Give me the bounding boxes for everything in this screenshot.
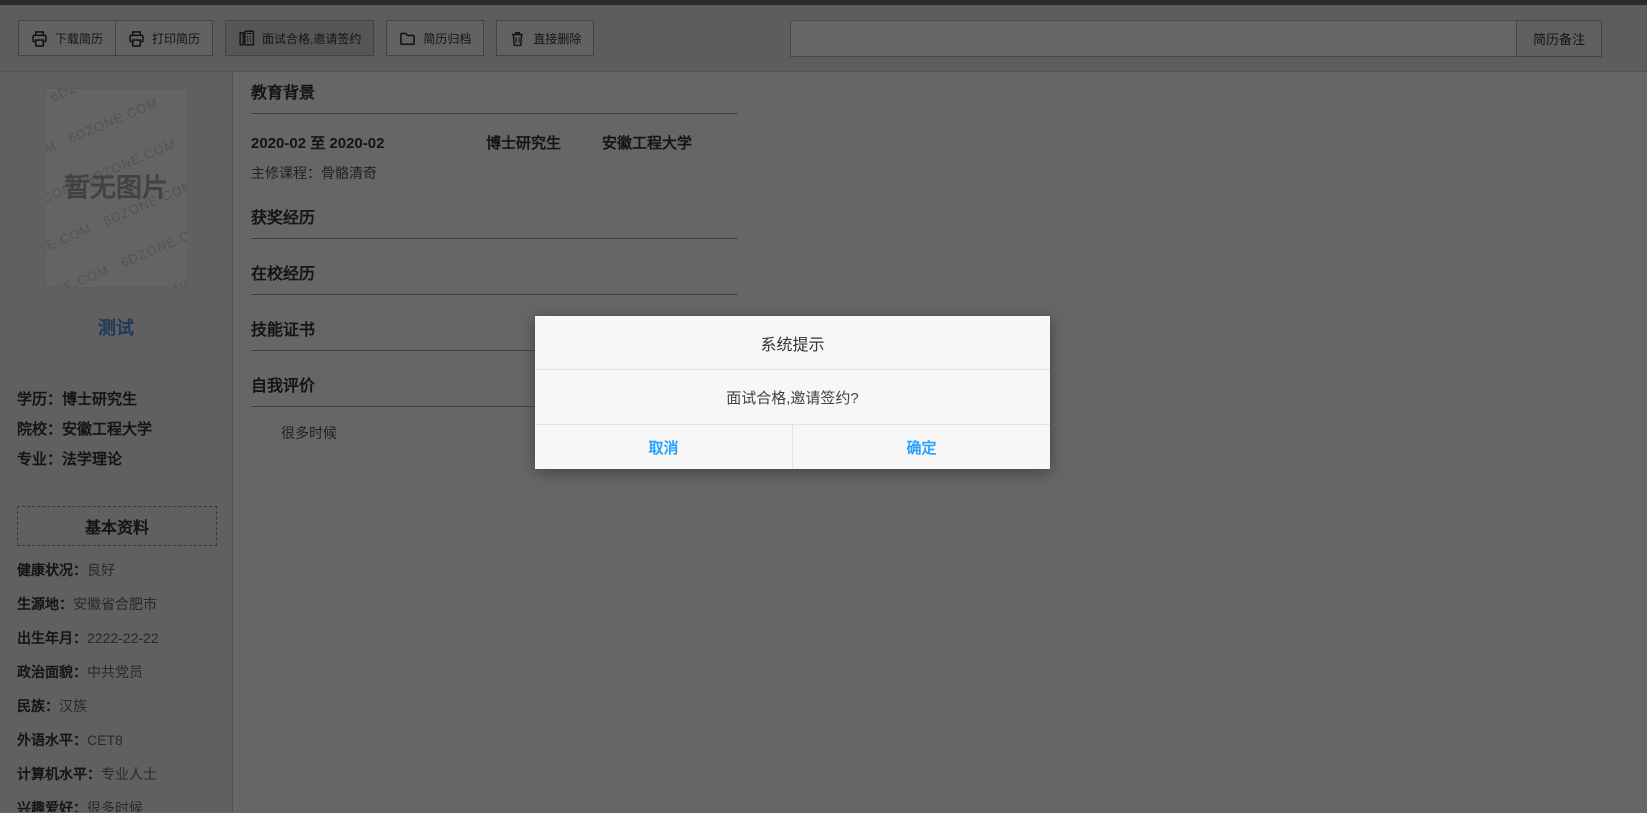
dialog-footer: 取消 确定 bbox=[535, 425, 1050, 469]
confirm-button[interactable]: 确定 bbox=[793, 425, 1050, 469]
system-dialog: 系统提示 面试合格,邀请签约? 取消 确定 bbox=[535, 316, 1050, 469]
cancel-button[interactable]: 取消 bbox=[535, 425, 793, 469]
dialog-title: 系统提示 bbox=[535, 316, 1050, 370]
dialog-message: 面试合格,邀请签约? bbox=[535, 370, 1050, 425]
